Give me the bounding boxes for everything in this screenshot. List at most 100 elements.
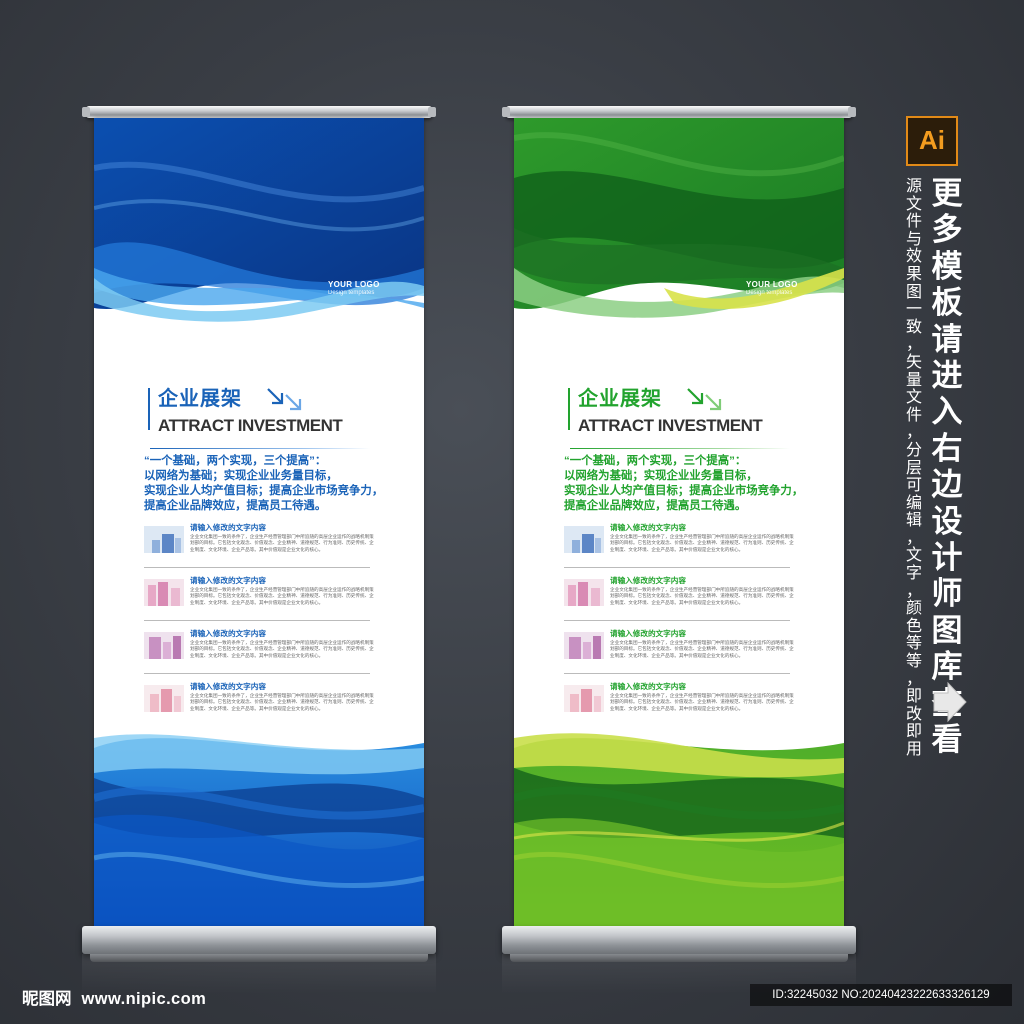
promo-char: 文 [905, 195, 922, 213]
promo-char: 右 [931, 430, 963, 466]
promo-char: 文 [905, 389, 922, 407]
item-description: 企业文化集团一致的条件了，企业生产经营管理部门中所追随的高层企业运作的战略机制策… [190, 640, 374, 658]
list-item: 请输入修改的文字内容 企业文化集团一致的条件了，企业生产经营管理部门中所追随的高… [564, 628, 794, 674]
image-id-label: ID:32245032 NO:20240423222633326129 [750, 984, 1012, 1006]
promo-char: 辑 [905, 512, 922, 530]
item-divider [144, 673, 370, 674]
item-title: 请输入修改的文字内容 [610, 629, 686, 638]
promo-char: 请 [931, 321, 963, 357]
promo-char: 编 [905, 494, 922, 512]
promo-headline: 更多模板请进入右边设计师图库查看 [929, 176, 965, 759]
promo-char: 件 [905, 213, 922, 231]
thumbnail-image [144, 632, 184, 659]
title-english: ATTRACT INVESTMENT [578, 416, 763, 435]
promo-char: 源 [905, 178, 922, 195]
item-description: 企业文化集团一致的条件了，企业生产经营管理部门中所追随的高层企业运作的战略机制策… [190, 534, 374, 552]
promo-char: 字 [905, 565, 922, 583]
item-title: 请输入修改的文字内容 [190, 576, 266, 585]
promo-char: 即 [905, 688, 922, 706]
item-divider [144, 567, 370, 568]
top-rail [82, 106, 436, 118]
logo: YOUR LOGO Design templates [746, 280, 798, 296]
thumbnail-image [564, 526, 604, 553]
list-item: 请输入修改的文字内容 企业文化集团一致的条件了，企业生产经营管理部门中所追随的高… [564, 522, 794, 568]
thumbnail-image [144, 579, 184, 606]
promo-char: 多 [931, 212, 963, 248]
double-arrow-icon [267, 388, 302, 411]
promo-char: 色 [905, 617, 922, 635]
item-divider [564, 673, 790, 674]
title-english: ATTRACT INVESTMENT [158, 416, 343, 435]
item-title: 请输入修改的文字内容 [610, 576, 686, 585]
slogan-line: 以网络为基础；实现企业业务量目标， [144, 470, 338, 482]
item-title: 请输入修改的文字内容 [190, 682, 266, 691]
promo-char: 文 [905, 547, 922, 565]
list-item: 请输入修改的文字内容 企业文化集团一致的条件了，企业生产经营管理部门中所追随的高… [144, 575, 374, 621]
promo-char: 一 [905, 301, 922, 319]
thumbnail-image [564, 685, 604, 712]
promo-char: 改 [905, 705, 922, 723]
item-divider [564, 620, 790, 621]
title-divider [150, 448, 370, 449]
slogan-line: 实现企业人均产值目标；提高企业市场竞争力， [564, 485, 804, 497]
list-item: 请输入修改的文字内容 企业文化集团一致的条件了，企业生产经营管理部门中所追随的高… [144, 522, 374, 568]
promo-char: 层 [905, 459, 922, 477]
logo: YOUR LOGO Design templates [328, 280, 380, 296]
base-stand [502, 926, 856, 962]
item-description: 企业文化集团一致的条件了，企业生产经营管理部门中所追随的高层企业运作的战略机制策… [610, 693, 794, 711]
slogan-line: “一个基础，两个实现，三个提高”： [144, 455, 327, 467]
item-description: 企业文化集团一致的条件了，企业生产经营管理部门中所追随的高层企业运作的战略机制策… [190, 587, 374, 605]
item-description: 企业文化集团一致的条件了，企业生产经营管理部门中所追随的高层企业运作的战略机制策… [610, 587, 794, 605]
top-rail [502, 106, 856, 118]
promo-char: 图 [905, 283, 922, 301]
thumbnail-image [564, 632, 604, 659]
adobe-illustrator-badge: Ai [906, 116, 958, 166]
roll-up-stand-green: YOUR LOGO Design templates 企业展架 ATTRACT … [502, 106, 856, 962]
item-title: 请输入修改的文字内容 [190, 629, 266, 638]
title-divider [570, 448, 790, 449]
promo-char: 果 [905, 265, 922, 283]
promo-char: 入 [931, 394, 963, 430]
logo-tagline: Design templates [746, 290, 793, 296]
promo-char: 件 [905, 406, 922, 424]
thumbnail-image [144, 526, 184, 553]
roll-up-stand-blue: YOUR LOGO Design templates 企业展架 ATTRACT … [82, 106, 436, 962]
promo-description: 源文件与效果图一致，矢量文件，分层可编辑，文字，颜色等等，即改即用 [904, 178, 924, 759]
list-item: 请输入修改的文字内容 企业文化集团一致的条件了，企业生产经营管理部门中所追随的高… [144, 628, 374, 674]
promo-char: ， [905, 336, 922, 354]
promo-char: ， [905, 670, 922, 688]
promo-char: 与 [905, 230, 922, 248]
promo-char: 分 [905, 441, 922, 459]
promo-char: 师 [931, 576, 963, 612]
promo-char: 图 [931, 612, 963, 648]
logo-text: YOUR LOGO [328, 280, 380, 289]
item-divider [144, 620, 370, 621]
title-chinese: 企业展架 [578, 388, 662, 410]
promo-char: 可 [905, 477, 922, 495]
logo-text: YOUR LOGO [746, 280, 798, 289]
slogan-line: 实现企业人均产值目标；提高企业市场竞争力， [144, 485, 384, 497]
site-name: 昵图网 [22, 990, 72, 1008]
slogan: “一个基础，两个实现，三个提高”： 以网络为基础；实现企业业务量目标， 实现企业… [144, 454, 394, 514]
base-stand [82, 926, 436, 962]
promo-char: ， [905, 529, 922, 547]
promo-char: 效 [905, 248, 922, 266]
slogan-line: 提高企业品牌效应，提高员工待遇。 [564, 500, 747, 512]
promo-char: 用 [905, 741, 922, 758]
list-item: 请输入修改的文字内容 企业文化集团一致的条件了，企业生产经营管理部门中所追随的高… [564, 681, 794, 727]
slogan: “一个基础，两个实现，三个提高”： 以网络为基础；实现企业业务量目标， 实现企业… [564, 454, 814, 514]
promo-char: 进 [931, 358, 963, 394]
promo-char: ， [905, 424, 922, 442]
promo-char: 等 [905, 653, 922, 671]
promo-char: 即 [905, 723, 922, 741]
promo-char: 等 [905, 635, 922, 653]
site-watermark: 昵图网 www.nipic.com [22, 985, 206, 1009]
promo-char: 边 [931, 467, 963, 503]
promo-char: 设 [931, 503, 963, 539]
item-title: 请输入修改的文字内容 [610, 682, 686, 691]
slogan-line: 提高企业品牌效应，提高员工待遇。 [144, 500, 327, 512]
promo-char: 更 [931, 176, 963, 211]
title-accent-line [568, 388, 570, 430]
promo-char: ， [905, 582, 922, 600]
list-item: 请输入修改的文字内容 企业文化集团一致的条件了，企业生产经营管理部门中所追随的高… [564, 575, 794, 621]
